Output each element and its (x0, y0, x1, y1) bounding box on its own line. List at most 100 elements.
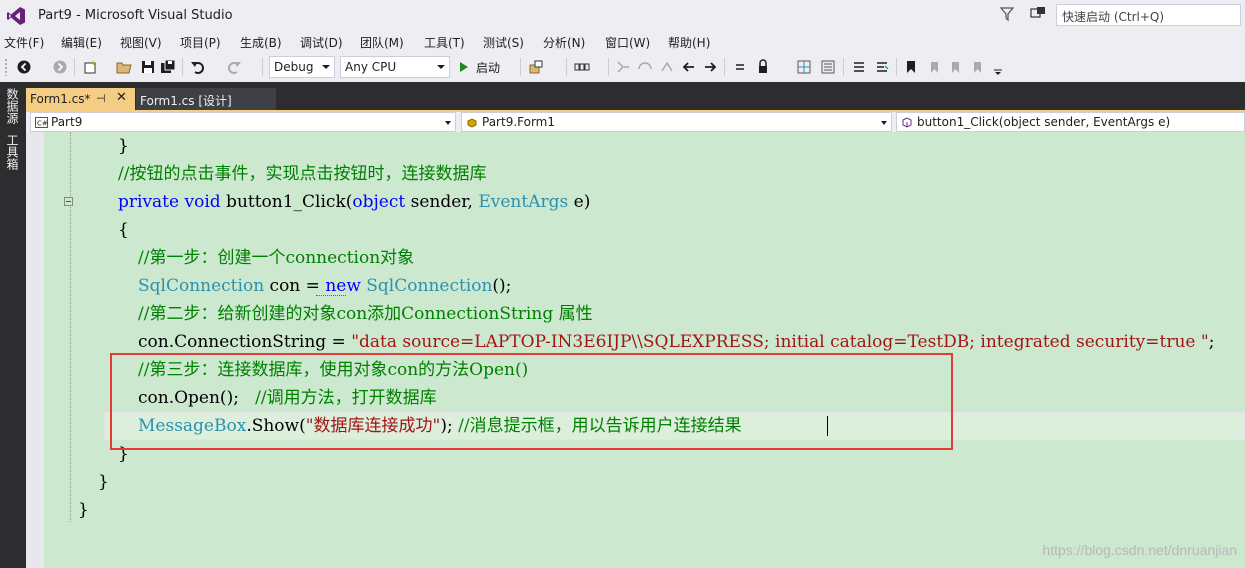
menu-tools[interactable]: 工具(T) (424, 34, 465, 51)
project-select[interactable]: C# Part9 (30, 112, 456, 132)
highlight-annotation-box (110, 353, 953, 450)
toolbar-separator (262, 58, 263, 76)
tab-form1-designer[interactable]: Form1.cs [设计] (136, 88, 276, 110)
menu-test[interactable]: 测试(S) (483, 34, 524, 51)
previous-bookmark-icon (931, 62, 938, 73)
layout-icon[interactable] (574, 59, 590, 75)
code-line: //第一步：创建一个connection对象 (138, 248, 415, 268)
uncomment-icon[interactable] (874, 59, 890, 75)
menu-analyze[interactable]: 分析(N) (543, 34, 585, 51)
toolbar-separator (566, 58, 567, 76)
save-icon[interactable] (140, 59, 156, 75)
member-select[interactable]: button1_Click(object sender, EventArgs e… (896, 112, 1245, 132)
open-file-icon[interactable] (116, 59, 132, 75)
save-all-icon[interactable] (160, 59, 176, 75)
clear-bookmarks-icon (974, 62, 981, 73)
class-icon (467, 118, 477, 128)
chevron-down-icon (881, 121, 887, 125)
project-value: Part9 (51, 115, 83, 129)
browser-link-icon[interactable] (528, 59, 544, 75)
menu-edit[interactable]: 编辑(E) (61, 34, 102, 51)
menu-window[interactable]: 窗口(W) (605, 34, 650, 51)
view-designer-icon[interactable] (820, 59, 836, 75)
menu-help[interactable]: 帮助(H) (668, 34, 710, 51)
visual-studio-logo-icon (7, 7, 25, 25)
menu-bar: 文件(F) 编辑(E) 视图(V) 项目(P) 生成(B) 调试(D) 团队(M… (0, 32, 1245, 52)
new-project-icon[interactable] (82, 59, 98, 75)
code-line: //按钮的点击事件，实现点击按钮时，连接数据库 (118, 164, 487, 184)
document-tab-well: Form1.cs* ⊣ ✕ Form1.cs [设计] (26, 82, 1245, 110)
data-sources-tab[interactable]: 数据源 (4, 88, 20, 124)
toolbox-tab[interactable]: 工具箱 (4, 134, 20, 170)
step-into-icon (617, 61, 629, 73)
watermark: https://blog.csdn.net/dnruanjian (1042, 542, 1237, 558)
suggestion-dots (316, 295, 346, 296)
start-label: 启动 (476, 61, 501, 75)
pin-icon[interactable]: ⊣ (96, 92, 106, 105)
code-line: } (78, 500, 89, 520)
redo-icon[interactable] (226, 59, 242, 75)
menu-team[interactable]: 团队(M) (360, 34, 404, 51)
close-icon[interactable]: ✕ (116, 90, 127, 105)
next-bookmark-icon (952, 62, 959, 73)
class-value: Part9.Form1 (482, 115, 556, 129)
comment-out-icon[interactable] (851, 59, 867, 75)
menu-file[interactable]: 文件(F) (4, 34, 44, 51)
editor-margin (26, 132, 44, 568)
class-select[interactable]: Part9.Form1 (461, 112, 892, 132)
platform-value: Any CPU (345, 60, 397, 74)
csharp-project-icon: C# (35, 117, 48, 128)
method-icon (902, 117, 912, 128)
align-icon[interactable] (732, 59, 748, 75)
toolbar-separator (608, 58, 609, 76)
menu-build[interactable]: 生成(B) (240, 34, 282, 51)
tab-form1-cs[interactable]: Form1.cs* ⊣ ✕ (26, 88, 135, 110)
step-out-icon (661, 61, 673, 72)
svg-text:C#: C# (37, 120, 48, 128)
configuration-value: Debug (274, 60, 314, 74)
lock-icon[interactable] (755, 59, 771, 75)
code-editor[interactable]: } //按钮的点击事件，实现点击按钮时，连接数据库 private void b… (26, 132, 1245, 568)
menu-debug[interactable]: 调试(D) (300, 34, 343, 51)
collapse-toggle[interactable] (64, 197, 73, 206)
tab-label: Form1.cs [设计] (140, 94, 232, 108)
quick-launch-placeholder: 快速启动 (Ctrl+Q) (1062, 10, 1165, 24)
code-line: } (118, 136, 129, 156)
step-over-icon (638, 62, 652, 70)
solution-configuration-select[interactable]: Debug (269, 56, 335, 78)
navigate-forward-icon[interactable] (52, 59, 68, 75)
menu-view[interactable]: 视图(V) (120, 34, 162, 51)
toolbar-grip[interactable] (4, 58, 8, 76)
undo-icon[interactable] (190, 59, 206, 75)
feedback-icon[interactable] (1030, 6, 1046, 22)
filter-icon[interactable] (1000, 6, 1014, 22)
quick-launch-input[interactable]: 快速启动 (Ctrl+Q) (1056, 4, 1241, 26)
code-line: { (118, 220, 129, 240)
chevron-down-icon (322, 65, 330, 69)
standard-toolbar: Debug Any CPU 启动 (0, 54, 1245, 80)
tab-label: Form1.cs* (30, 92, 91, 106)
member-value: button1_Click(object sender, EventArgs e… (917, 115, 1171, 129)
code-line: //第二步：给新创建的对象con添加ConnectionString 属性 (138, 304, 593, 324)
tab-order-icon[interactable] (796, 59, 812, 75)
code-line: con.ConnectionString = "data source=LAPT… (138, 332, 1215, 352)
title-bar: Part9 - Microsoft Visual Studio 快速启动 (Ct… (0, 0, 1245, 32)
window-title: Part9 - Microsoft Visual Studio (38, 8, 233, 23)
arrow-right-icon[interactable] (702, 59, 718, 75)
menu-project[interactable]: 项目(P) (180, 34, 221, 51)
toolbar-overflow-icon[interactable] (990, 59, 1006, 75)
chevron-down-icon (445, 121, 451, 125)
navigation-bar: C# Part9 Part9.Form1 button1_Click(objec… (26, 112, 1245, 132)
side-tool-strip: 数据源 工具箱 (0, 82, 26, 568)
toolbar-separator (74, 58, 75, 76)
bookmark-icon[interactable] (903, 59, 919, 75)
toolbar-separator (724, 58, 725, 76)
arrow-left-icon[interactable] (681, 59, 697, 75)
navigate-back-icon[interactable] (16, 59, 32, 75)
solution-platform-select[interactable]: Any CPU (340, 56, 450, 78)
toolbar-separator (843, 58, 844, 76)
code-line: } (98, 472, 109, 492)
toolbar-separator (896, 58, 897, 76)
code-line: private void button1_Click(object sender… (118, 192, 591, 212)
toolbar-separator (520, 58, 521, 76)
